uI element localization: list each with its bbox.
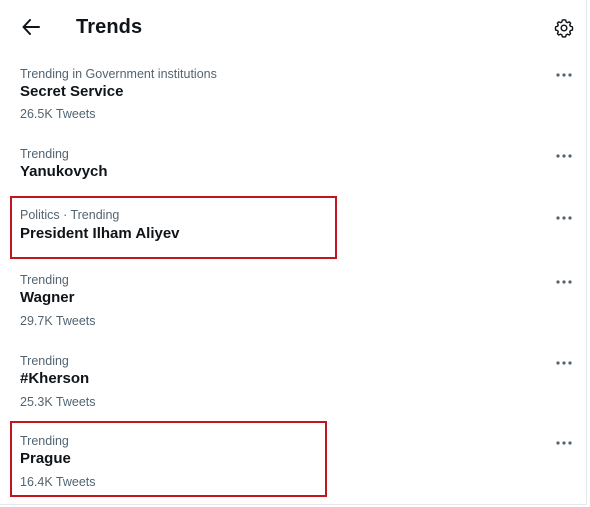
more-options-button[interactable] bbox=[552, 149, 576, 163]
trend-name: #Kherson bbox=[20, 370, 90, 387]
more-options-button[interactable] bbox=[552, 275, 576, 289]
more-options-button[interactable] bbox=[552, 436, 576, 450]
more-horizontal-icon bbox=[556, 73, 572, 77]
arrow-left-icon bbox=[22, 19, 40, 35]
back-button[interactable] bbox=[16, 12, 46, 42]
trend-item[interactable]: Politics · Trending President Ilham Aliy… bbox=[0, 201, 587, 253]
trend-tweet-count: 26.5K Tweets bbox=[20, 107, 96, 121]
trend-context: Trending in Government institutions bbox=[20, 67, 217, 81]
gear-icon bbox=[554, 19, 574, 38]
trend-item[interactable]: Trending in Government institutions Secr… bbox=[0, 60, 587, 130]
trend-tweet-count: 25.3K Tweets bbox=[20, 395, 96, 409]
trend-name: Wagner bbox=[20, 289, 75, 306]
trend-item[interactable]: Trending Wagner 29.7K Tweets bbox=[0, 266, 587, 336]
trend-tweet-count: 16.4K Tweets bbox=[20, 475, 96, 489]
more-horizontal-icon bbox=[556, 361, 572, 365]
more-horizontal-icon bbox=[556, 441, 572, 445]
trend-name: Yanukovych bbox=[20, 163, 108, 180]
more-horizontal-icon bbox=[556, 216, 572, 220]
trend-context: Trending bbox=[20, 354, 69, 368]
trend-context: Trending bbox=[20, 147, 69, 161]
trend-context: Trending bbox=[20, 434, 69, 448]
page-header: Trends bbox=[0, 0, 587, 56]
trend-tweet-count: 29.7K Tweets bbox=[20, 314, 96, 328]
trend-item[interactable]: Trending Prague 16.4K Tweets bbox=[0, 427, 587, 497]
more-horizontal-icon bbox=[556, 154, 572, 158]
trend-item[interactable]: Trending Yanukovych bbox=[0, 140, 587, 188]
trends-panel: Trends Trending in Government institutio… bbox=[0, 0, 587, 505]
trend-name: Prague bbox=[20, 450, 71, 467]
trend-context: Politics · Trending bbox=[20, 208, 120, 222]
page-title: Trends bbox=[76, 16, 143, 38]
trend-item[interactable]: Trending #Kherson 25.3K Tweets bbox=[0, 347, 587, 417]
settings-button[interactable] bbox=[551, 15, 577, 41]
trend-name: President Ilham Aliyev bbox=[20, 225, 180, 242]
trend-context: Trending bbox=[20, 273, 69, 287]
more-options-button[interactable] bbox=[552, 356, 576, 370]
trend-name: Secret Service bbox=[20, 83, 124, 100]
more-horizontal-icon bbox=[556, 280, 572, 284]
more-options-button[interactable] bbox=[552, 211, 576, 225]
more-options-button[interactable] bbox=[552, 68, 576, 82]
